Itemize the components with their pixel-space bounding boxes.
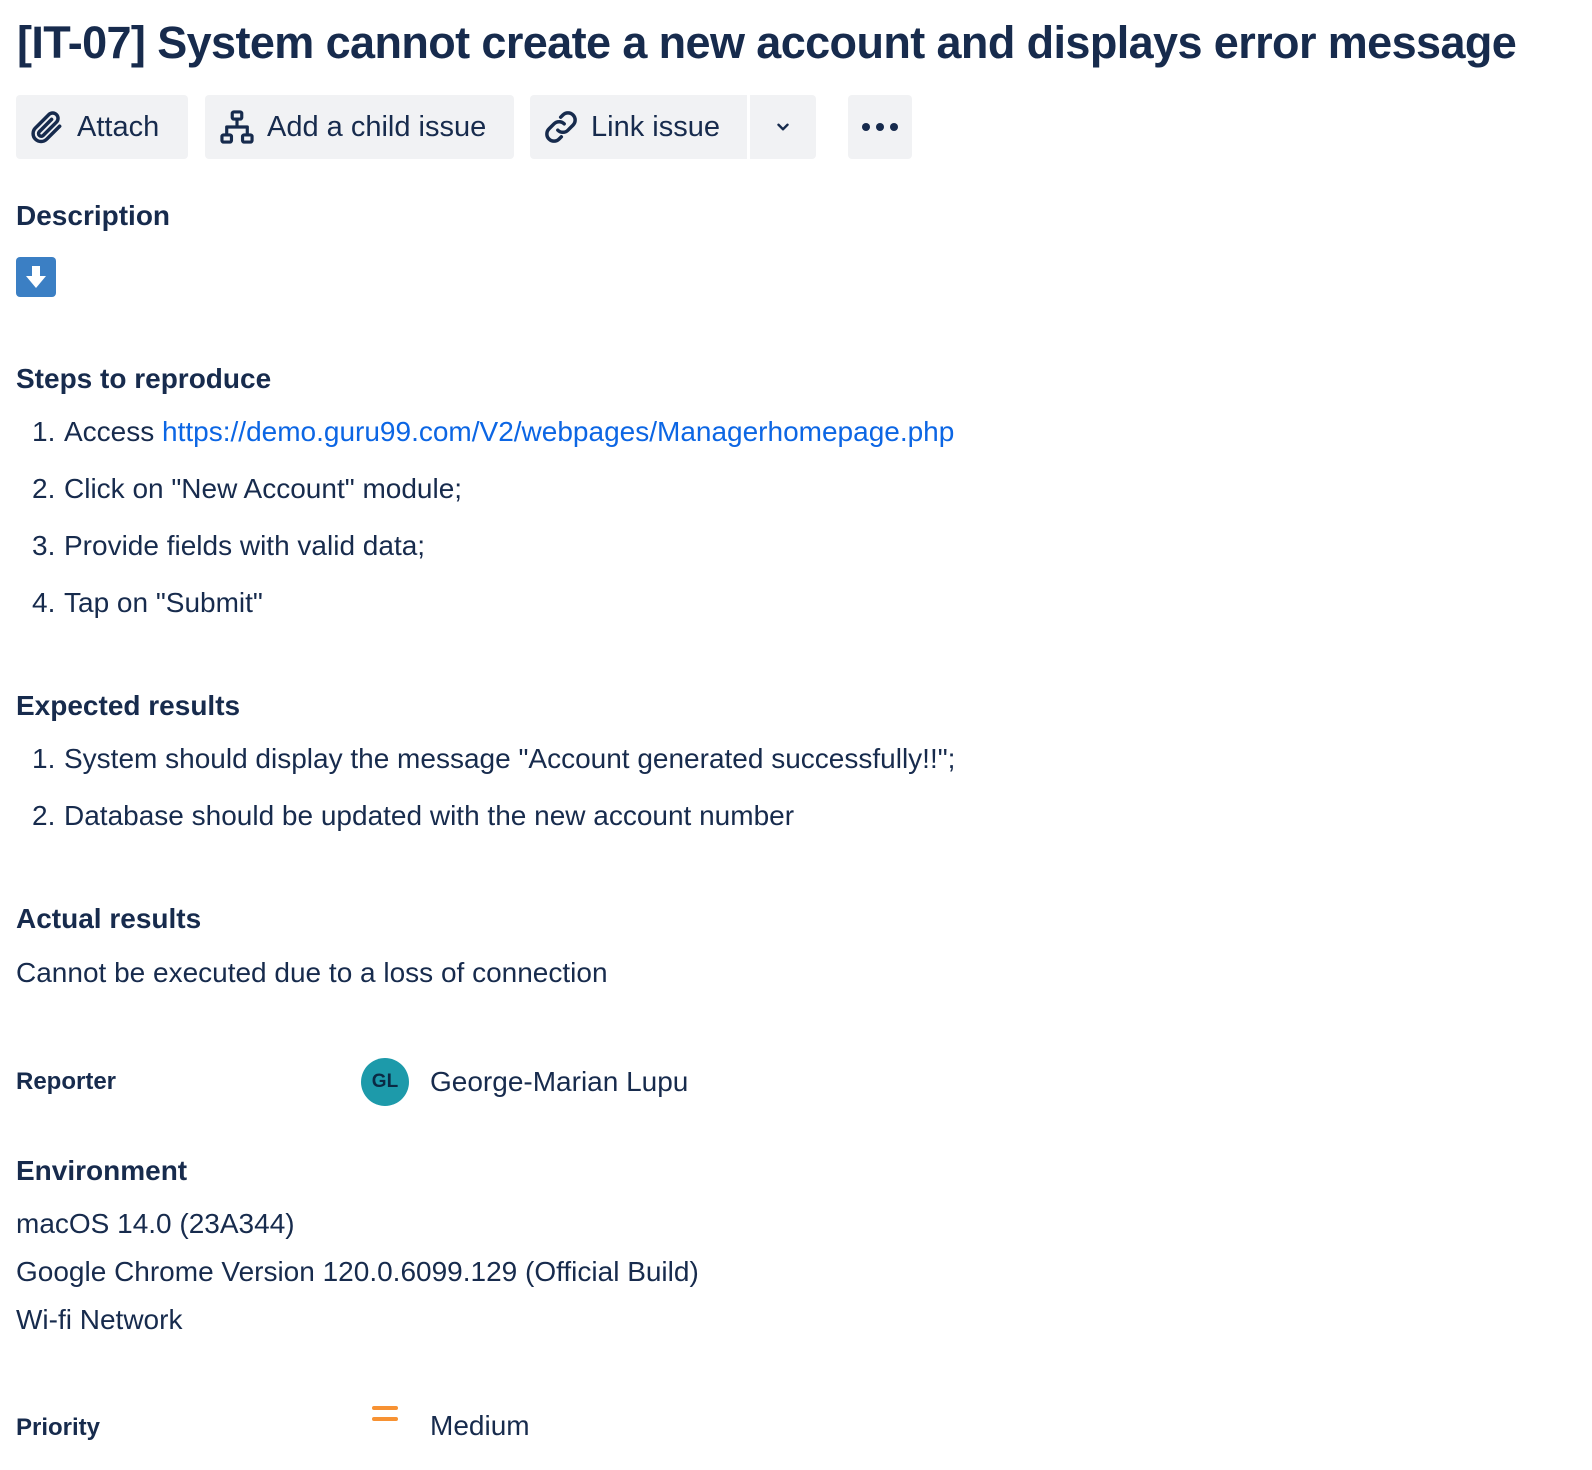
environment-line: macOS 14.0 (23A344) — [16, 1208, 295, 1239]
list-item: 1. System should display the message "Acc… — [32, 743, 956, 774]
chevron-down-icon — [774, 118, 792, 136]
description-heading: Description — [16, 200, 171, 231]
arrow-down-emoji-icon — [16, 257, 56, 297]
link-issue-button[interactable]: Link issue — [530, 95, 747, 159]
more-actions-button[interactable] — [848, 95, 912, 159]
link-icon — [542, 108, 580, 146]
expected-results-heading: Expected results — [16, 690, 241, 721]
reporter-name[interactable]: George-Marian Lupu — [430, 1065, 688, 1099]
list-item: 1. Access https://demo.guru99.com/V2/webp… — [32, 416, 955, 447]
avatar[interactable]: GL — [361, 1058, 409, 1106]
issue-title[interactable]: [IT-07] System cannot create a new accou… — [17, 14, 1517, 72]
priority-medium-icon — [372, 1406, 398, 1421]
environment-line: Wi-fi Network — [16, 1304, 183, 1335]
add-child-issue-button[interactable]: Add a child issue — [205, 95, 514, 159]
priority-label: Priority — [16, 1414, 101, 1441]
attach-button[interactable]: Attach — [16, 95, 188, 159]
priority-value[interactable]: Medium — [430, 1409, 530, 1443]
list-item: 2. Click on "New Account" module; — [32, 473, 463, 504]
reporter-label: Reporter — [16, 1068, 117, 1095]
actual-results-text: Cannot be executed due to a loss of conn… — [16, 957, 608, 988]
hierarchy-icon — [218, 108, 256, 146]
guru99-link[interactable]: https://demo.guru99.com/V2/webpages/Mana… — [162, 416, 954, 447]
list-item: 4. Tap on "Submit" — [32, 587, 263, 618]
actual-results-heading: Actual results — [16, 903, 202, 934]
environment-heading: Environment — [16, 1155, 188, 1186]
list-item: 2. Database should be updated with the ne… — [32, 800, 795, 831]
link-issue-label: Link issue — [591, 110, 720, 143]
attach-label: Attach — [77, 110, 160, 143]
steps-heading: Steps to reproduce — [16, 363, 272, 394]
list-item: 3. Provide fields with valid data; — [32, 530, 426, 561]
paperclip-icon — [28, 108, 66, 146]
link-issue-dropdown-button[interactable] — [750, 95, 816, 159]
more-horizontal-icon — [860, 121, 900, 133]
environment-line: Google Chrome Version 120.0.6099.129 (Of… — [16, 1256, 699, 1287]
add-child-issue-label: Add a child issue — [267, 110, 487, 143]
